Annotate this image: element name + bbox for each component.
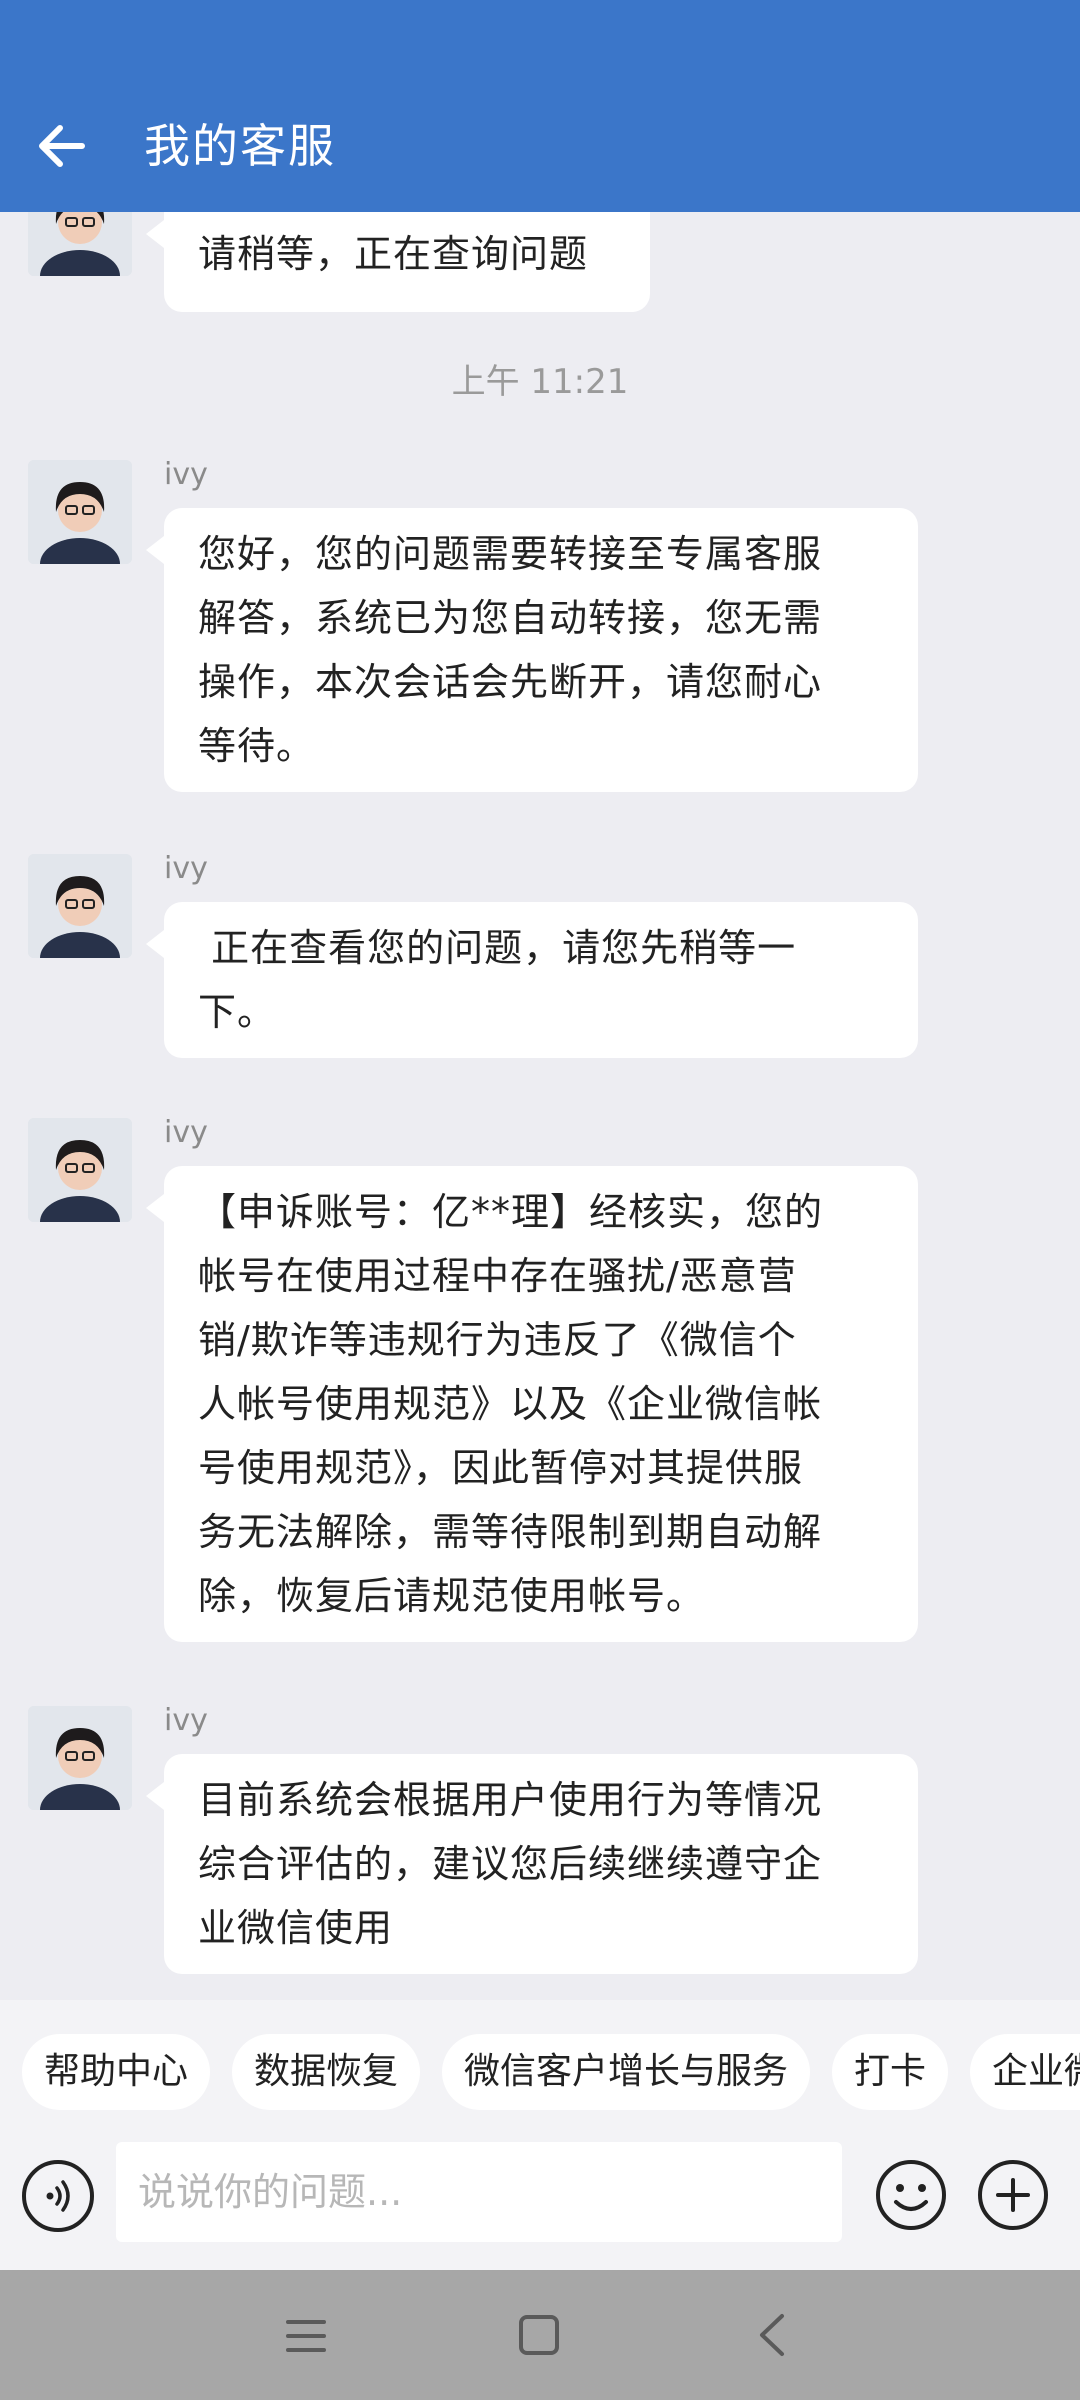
message-line: 操作，本次会话会先断开，请您耐心 xyxy=(198,660,823,704)
input-bar xyxy=(0,2140,1080,2270)
message-line: 等待。 xyxy=(198,724,316,768)
message-bubble: 目前系统会根据用户使用行为等情况 综合评估的，建议您后续继续遵守企 业微信使用 xyxy=(146,1754,918,1974)
app-bar: 我的客服 xyxy=(0,0,1080,212)
timestamp: 上午 11:21 xyxy=(451,362,629,402)
message-bubble: 【申诉账号：亿**理】经核实，您的 帐号在使用过程中存在骚扰/恶意营 销/欺诈等… xyxy=(146,1166,918,1642)
avatar-portrait-icon xyxy=(28,460,132,564)
message-bubble: 您好，您的问题需要转接至专属客服 解答，系统已为您自动转接，您无需 操作，本次会… xyxy=(146,508,918,792)
message-line: 综合评估的，建议您后续继续遵守企 xyxy=(198,1842,823,1886)
message-line: 您好，您的问题需要转接至专属客服 xyxy=(198,532,823,576)
chip-data-recovery[interactable]: 数据恢复 xyxy=(232,2034,421,2110)
sender-name: ivy xyxy=(164,851,208,886)
message-bubble: 正在查看您的问题，请您先稍等一 下。 xyxy=(146,902,918,1058)
message-line: 务无法解除，需等待限制到期自动解 xyxy=(198,1510,823,1554)
message-bubble: 请稍等，正在查询问题 xyxy=(146,212,650,312)
voice-button[interactable] xyxy=(22,2160,94,2232)
back-nav-icon[interactable] xyxy=(752,2310,792,2360)
chip-wecom[interactable]: 企业微 xyxy=(970,2034,1080,2110)
sender-name: ivy xyxy=(164,457,208,492)
agent-avatar[interactable] xyxy=(28,1706,132,1810)
message-line: 人帐号使用规范》以及《企业微信帐 xyxy=(198,1382,823,1426)
avatar-portrait-icon xyxy=(28,212,132,276)
message-line: 目前系统会根据用户使用行为等情况 xyxy=(198,1778,823,1822)
avatar-portrait-icon xyxy=(28,1706,132,1810)
agent-avatar[interactable] xyxy=(28,212,132,276)
message-line: 业微信使用 xyxy=(198,1906,394,1950)
page-title: 我的客服 xyxy=(144,119,336,173)
message-input[interactable] xyxy=(116,2142,842,2242)
agent-avatar[interactable] xyxy=(28,460,132,564)
agent-avatar[interactable] xyxy=(28,1118,132,1222)
message-line: 正在查看您的问题，请您先稍等一 xyxy=(198,926,797,970)
message-line: 号使用规范》，因此暂停对其提供服 xyxy=(198,1446,804,1490)
chip-help-center[interactable]: 帮助中心 xyxy=(22,2034,211,2110)
quick-reply-bar: 帮助中心 数据恢复 微信客户增长与服务 打卡 企业微 xyxy=(0,2000,1080,2140)
message-line: 帐号在使用过程中存在骚扰/恶意营 xyxy=(198,1254,797,1298)
back-arrow-icon[interactable] xyxy=(32,116,92,176)
message-text: 请稍等，正在查询问题 xyxy=(198,232,589,276)
sender-name: ivy xyxy=(164,1703,208,1738)
system-nav-bar xyxy=(0,2270,1080,2400)
avatar-portrait-icon xyxy=(28,854,132,958)
voice-icon xyxy=(46,2180,70,2212)
chip-customer-growth[interactable]: 微信客户增长与服务 xyxy=(442,2034,811,2110)
chip-clock-in[interactable]: 打卡 xyxy=(832,2034,949,2110)
message-line: 销/欺诈等违规行为违反了《微信个 xyxy=(198,1318,797,1362)
chat-area[interactable]: 请稍等，正在查询问题 上午 11:21 ivy 您好，您的问题需要转接至专属客服… xyxy=(0,212,1080,2000)
recent-apps-icon[interactable] xyxy=(284,2314,328,2358)
message-line: 下。 xyxy=(198,990,277,1034)
sender-name: ivy xyxy=(164,1115,208,1150)
emoji-icon[interactable] xyxy=(874,2158,948,2232)
agent-avatar[interactable] xyxy=(28,854,132,958)
avatar-portrait-icon xyxy=(28,1118,132,1222)
plus-icon[interactable] xyxy=(976,2158,1050,2232)
message-line: 【申诉账号：亿**理】经核实，您的 xyxy=(198,1190,824,1234)
message-line: 解答，系统已为您自动转接，您无需 xyxy=(198,596,823,640)
home-icon[interactable] xyxy=(516,2312,562,2358)
message-line: 除，恢复后请规范使用帐号。 xyxy=(198,1574,706,1618)
